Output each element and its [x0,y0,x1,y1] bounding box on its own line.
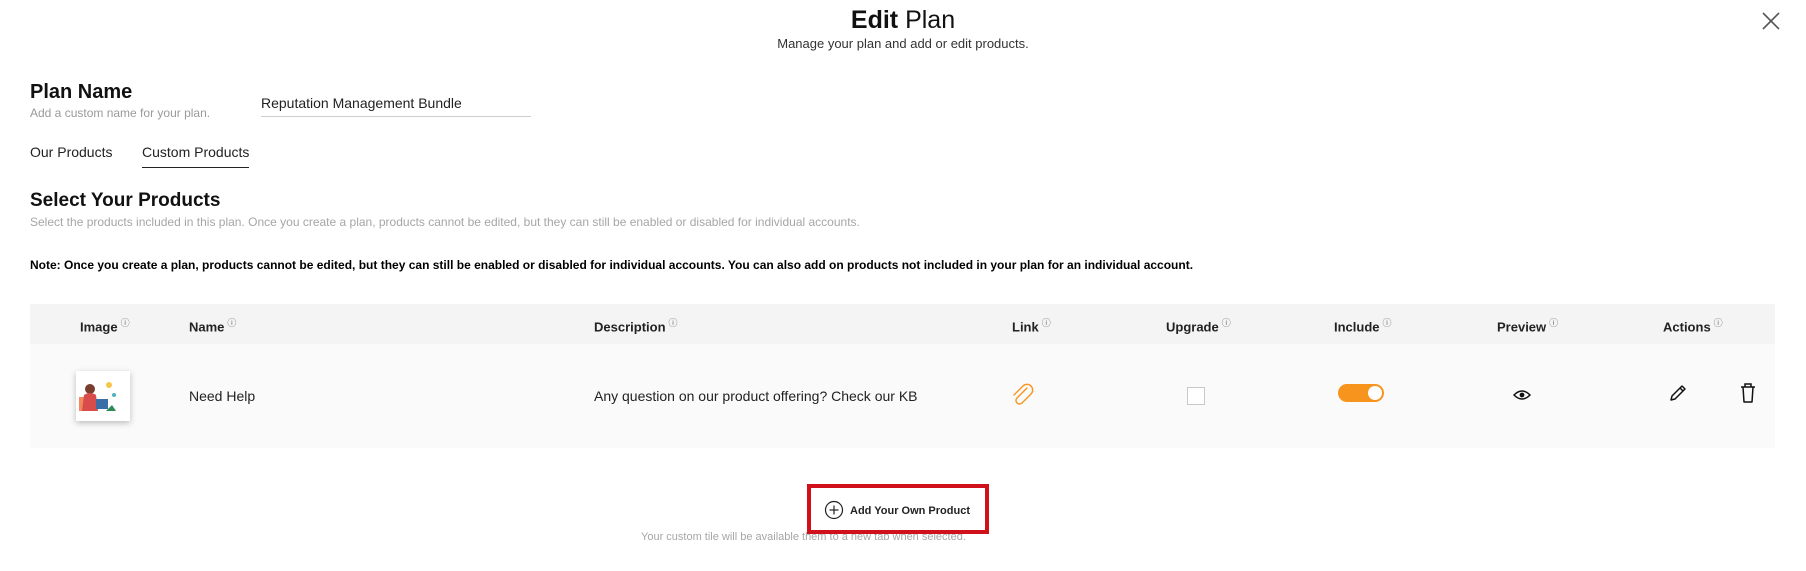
info-icon: ⓘ [1382,318,1392,328]
add-own-product-button[interactable]: Add Your Own Product [807,484,989,534]
include-toggle[interactable] [1338,384,1384,402]
info-icon: ⓘ [1041,318,1051,328]
column-include: Include ⓘ [1334,318,1392,335]
info-icon: ⓘ [120,318,130,328]
trash-icon [1741,383,1755,403]
table-header: Image ⓘ Name ⓘ Description ⓘ Link ⓘ Upgrade ⓘ… [30,304,1775,344]
column-name: Name ⓘ [189,318,237,335]
edit-button[interactable] [1667,382,1689,409]
modal-subtitle: Manage your plan and add or edit product… [777,36,1029,51]
tab-our-products[interactable]: Our Products [30,144,112,167]
pencil-icon [1670,385,1686,401]
add-own-product-label: Add Your Own Product [850,505,970,517]
close-icon [1762,12,1780,30]
close-button[interactable] [1760,10,1782,32]
plan-name-help: Add a custom name for your plan. [30,106,211,120]
title-bold: Edit [850,6,899,34]
product-description: Any question on our product offering? Ch… [594,388,918,404]
delete-button[interactable] [1739,382,1757,409]
toggle-knob [1368,386,1382,400]
section-title: Select Your Products [30,190,221,211]
plus-circle-icon [824,500,844,520]
product-name: Need Help [189,388,256,404]
upgrade-checkbox[interactable] [1187,387,1205,405]
paperclip-icon [1013,383,1034,405]
info-icon: ⓘ [227,318,237,328]
product-thumbnail [76,371,130,421]
column-link: Link ⓘ [1012,318,1051,335]
column-description: Description ⓘ [594,318,678,335]
tab-custom-products[interactable]: Custom Products [142,144,250,168]
info-icon: ⓘ [1221,318,1231,328]
product-illustration-icon [79,382,116,411]
note-text: Note: Once you create a plan, products c… [30,258,1194,272]
column-actions: Actions ⓘ [1663,318,1723,335]
info-icon: ⓘ [668,318,678,328]
section-help: Select the products included in this pla… [30,215,860,229]
info-icon: ⓘ [1549,318,1559,328]
title-plain: Plan [905,6,956,34]
table-row: Need Help Any question on our product of… [30,344,1775,448]
product-link-button[interactable] [1009,382,1037,415]
column-preview: Preview ⓘ [1497,318,1559,335]
column-image: Image ⓘ [80,318,130,335]
plan-name-label: Plan Name [30,81,133,103]
info-icon: ⓘ [1713,318,1723,328]
plan-name-input[interactable] [261,90,531,117]
eye-icon [1512,390,1532,400]
preview-button[interactable] [1512,388,1532,407]
modal-title: Edit Plan [0,6,1806,35]
column-upgrade: Upgrade ⓘ [1166,318,1231,335]
